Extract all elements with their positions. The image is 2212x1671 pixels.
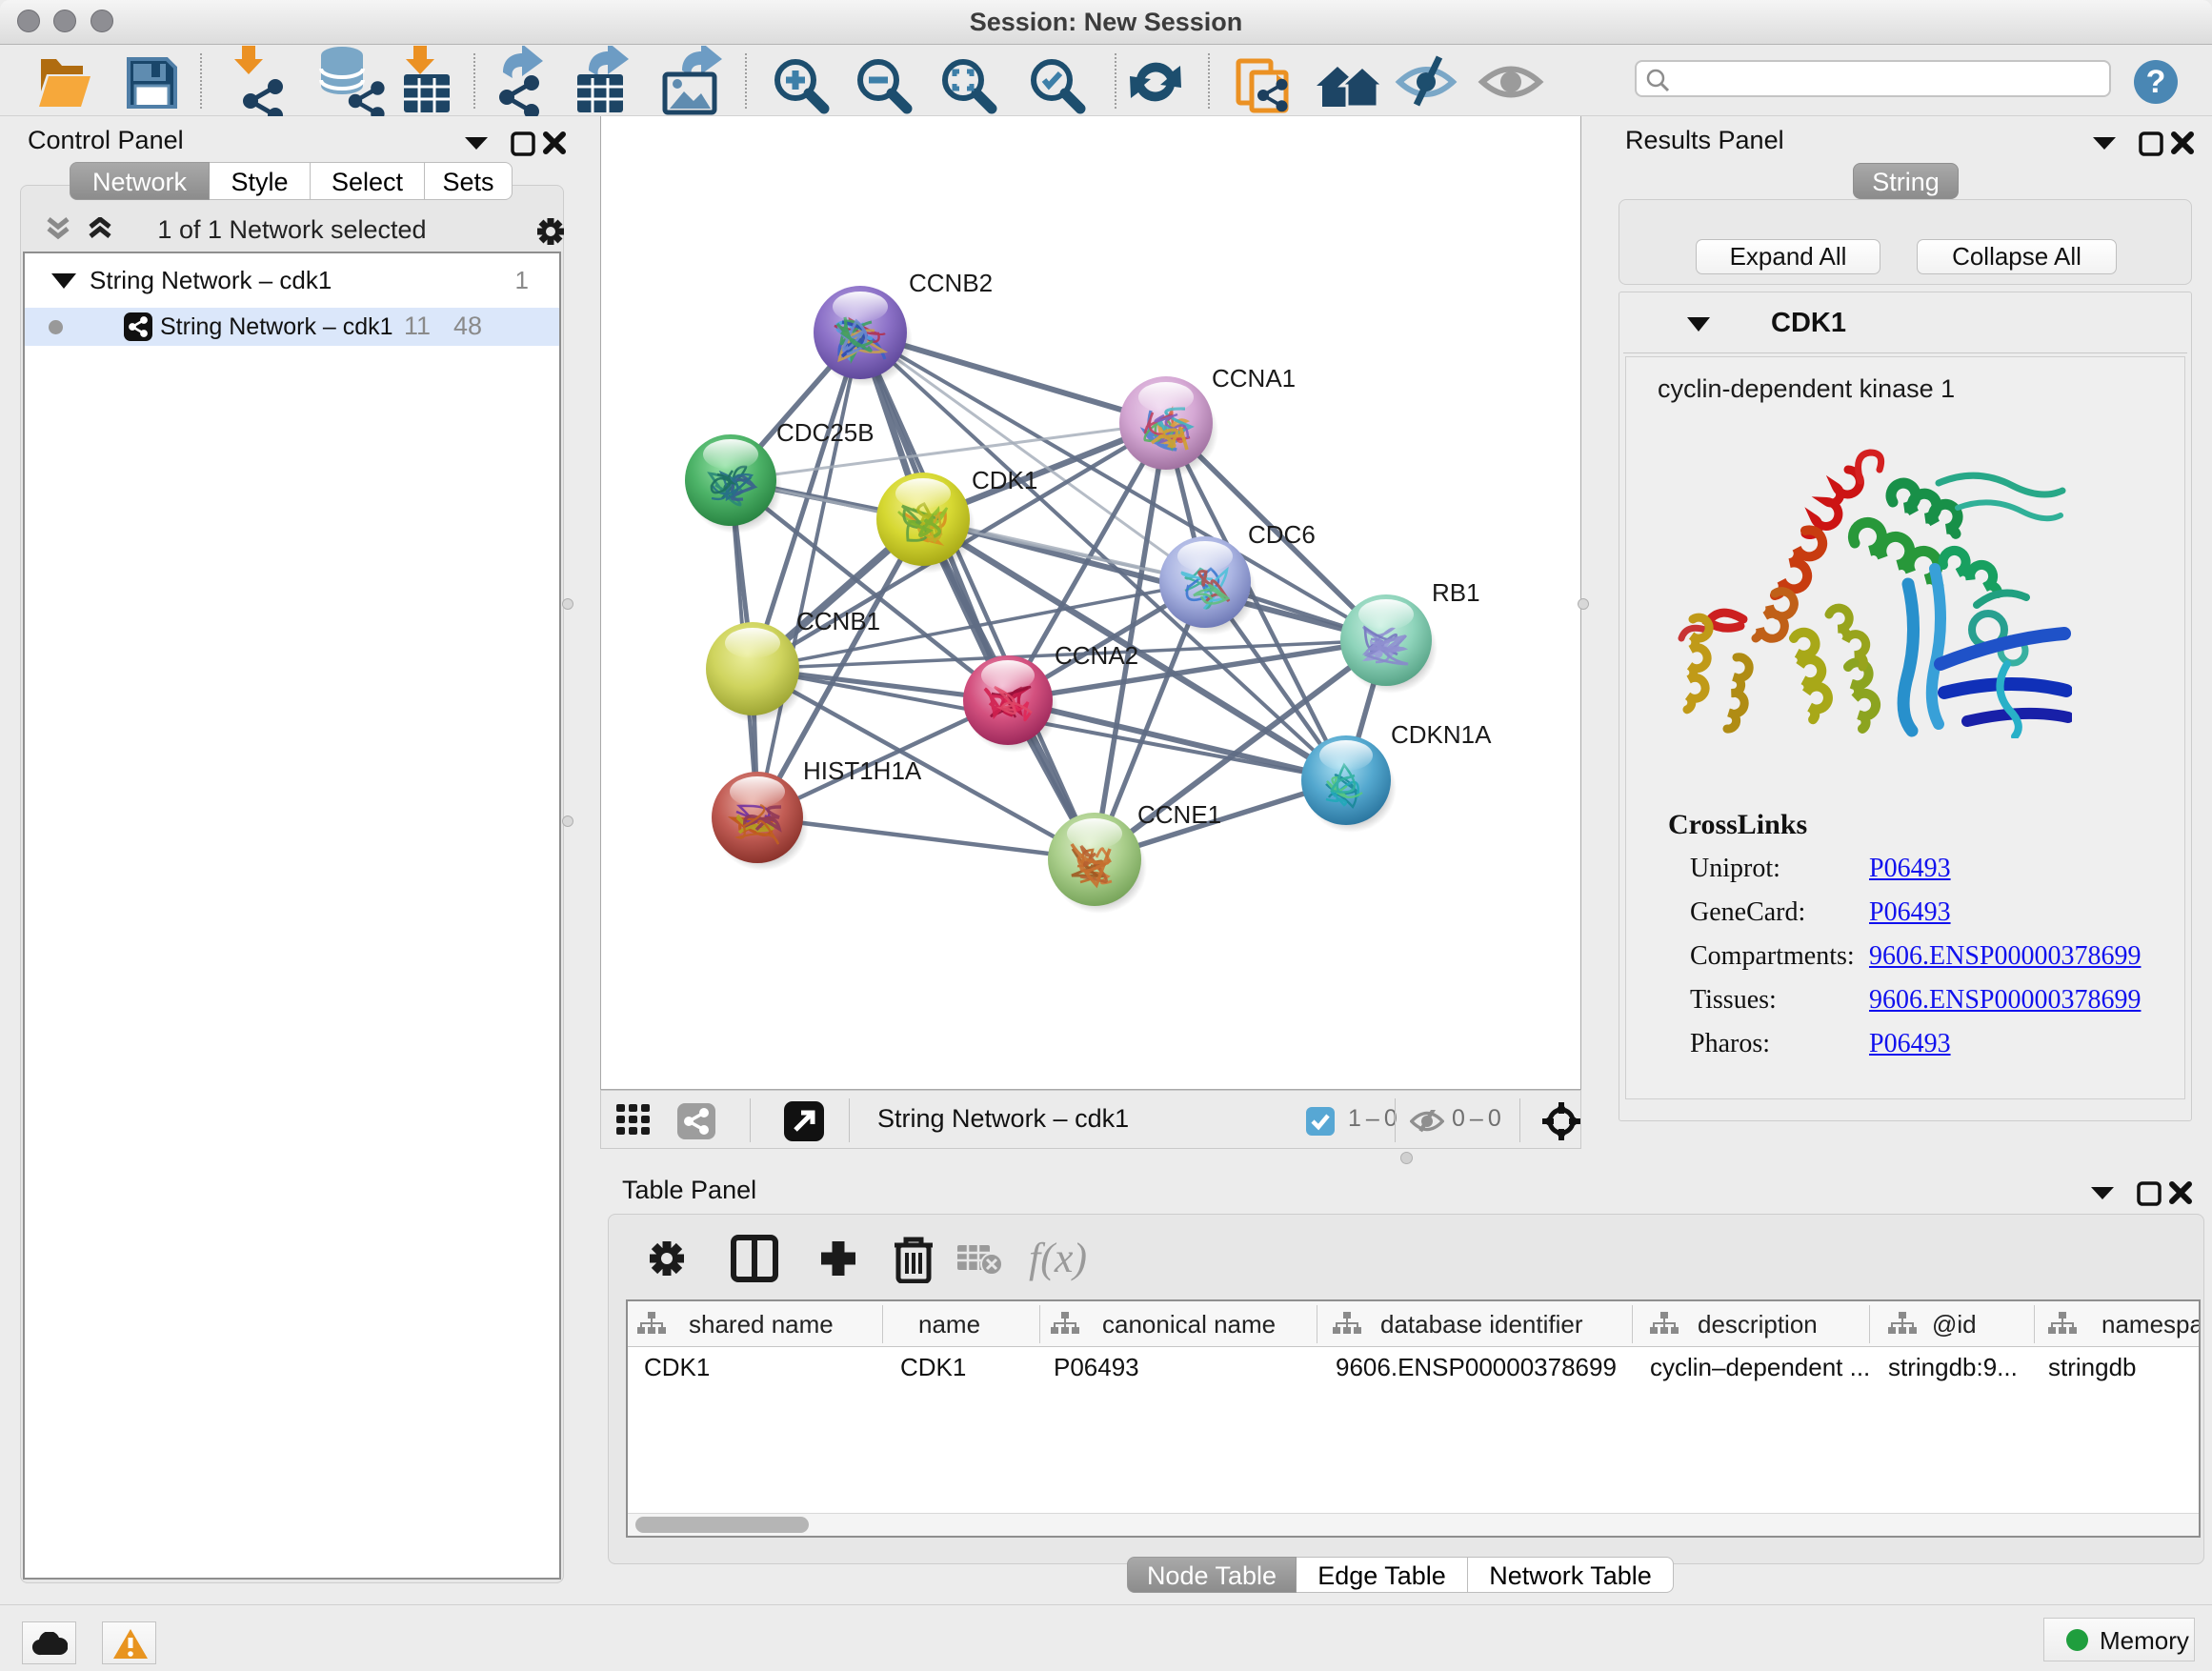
svg-text:CDK1: CDK1 [972, 466, 1037, 494]
svg-text:?: ? [2146, 64, 2166, 100]
svg-text:CCNA1: CCNA1 [1212, 364, 1296, 393]
svg-text:CCNB2: CCNB2 [909, 269, 993, 297]
svg-text:CCNA2: CCNA2 [1055, 641, 1138, 670]
svg-text:f(x): f(x) [1029, 1235, 1087, 1281]
svg-text:CCNE1: CCNE1 [1137, 800, 1221, 829]
svg-text:CCNB1: CCNB1 [796, 607, 880, 635]
svg-text:HIST1H1A: HIST1H1A [803, 756, 922, 785]
svg-text:RB1: RB1 [1432, 578, 1480, 607]
svg-text:CDKN1A: CDKN1A [1391, 720, 1492, 749]
svg-text:CDC6: CDC6 [1248, 520, 1316, 549]
svg-text:CDC25B: CDC25B [776, 418, 875, 447]
